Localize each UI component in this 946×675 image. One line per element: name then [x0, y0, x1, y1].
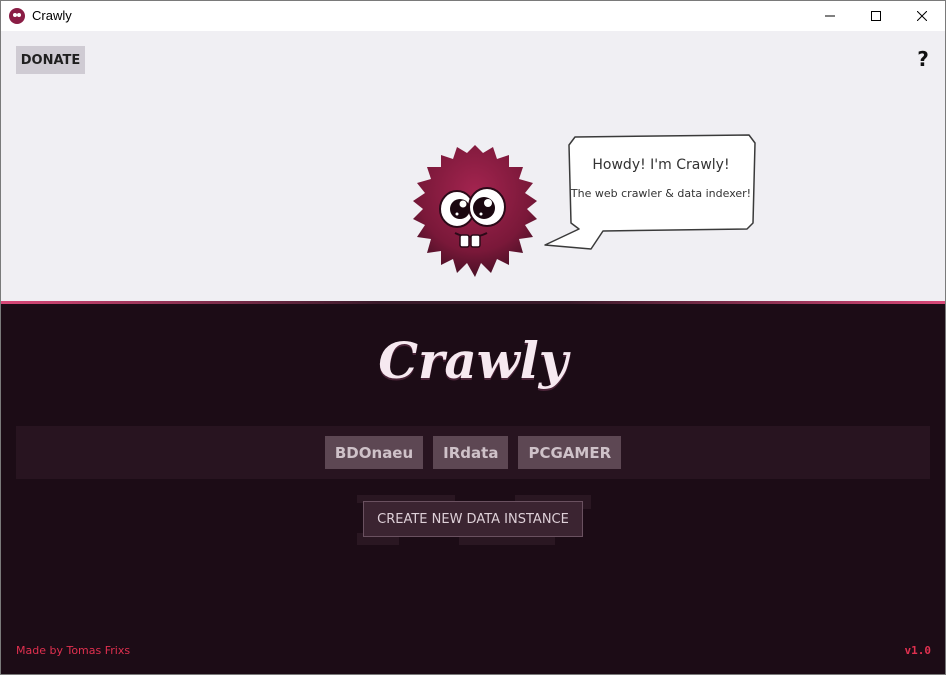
window-title: Crawly: [32, 8, 72, 23]
create-button-wrap: CREATE NEW DATA INSTANCE: [357, 493, 593, 545]
maximize-icon: [871, 11, 881, 21]
title-bar[interactable]: Crawly: [1, 1, 945, 31]
instance-chip-irdata[interactable]: IRdata: [433, 436, 509, 469]
instance-chip-pcgamer[interactable]: PCGAMER: [518, 436, 622, 469]
crawly-mascot-icon: [413, 145, 537, 277]
hero-panel: DONATE ? Howdy! I'm Crawly! The web craw…: [1, 31, 945, 301]
minimize-icon: [825, 15, 835, 17]
speech-greeting: Howdy! I'm Crawly!: [592, 157, 730, 173]
author-credit: Made by Tomas Frixs: [16, 644, 131, 657]
instance-list: BDOnaeu IRdata PCGAMER: [16, 426, 930, 479]
close-icon: [917, 11, 927, 21]
donate-button[interactable]: DONATE: [16, 46, 85, 74]
version-label: v1.0: [904, 644, 932, 657]
crawly-app-icon: [9, 8, 25, 24]
close-button[interactable]: [899, 1, 945, 31]
brand-title: Crawly: [378, 331, 568, 390]
help-button[interactable]: ?: [913, 47, 933, 73]
maximize-button[interactable]: [853, 1, 899, 31]
create-instance-button[interactable]: CREATE NEW DATA INSTANCE: [363, 501, 583, 537]
minimize-button[interactable]: [807, 1, 853, 31]
instance-row: BDOnaeu IRdata PCGAMER: [16, 436, 930, 469]
app-window: Crawly DONATE ? Howdy! I'm Crawly! The w…: [0, 0, 946, 675]
instance-chip-bdonaeu[interactable]: BDOnaeu: [324, 436, 424, 469]
speech-tagline: The web crawler & data indexer!: [570, 187, 752, 200]
divider: [1, 301, 945, 304]
